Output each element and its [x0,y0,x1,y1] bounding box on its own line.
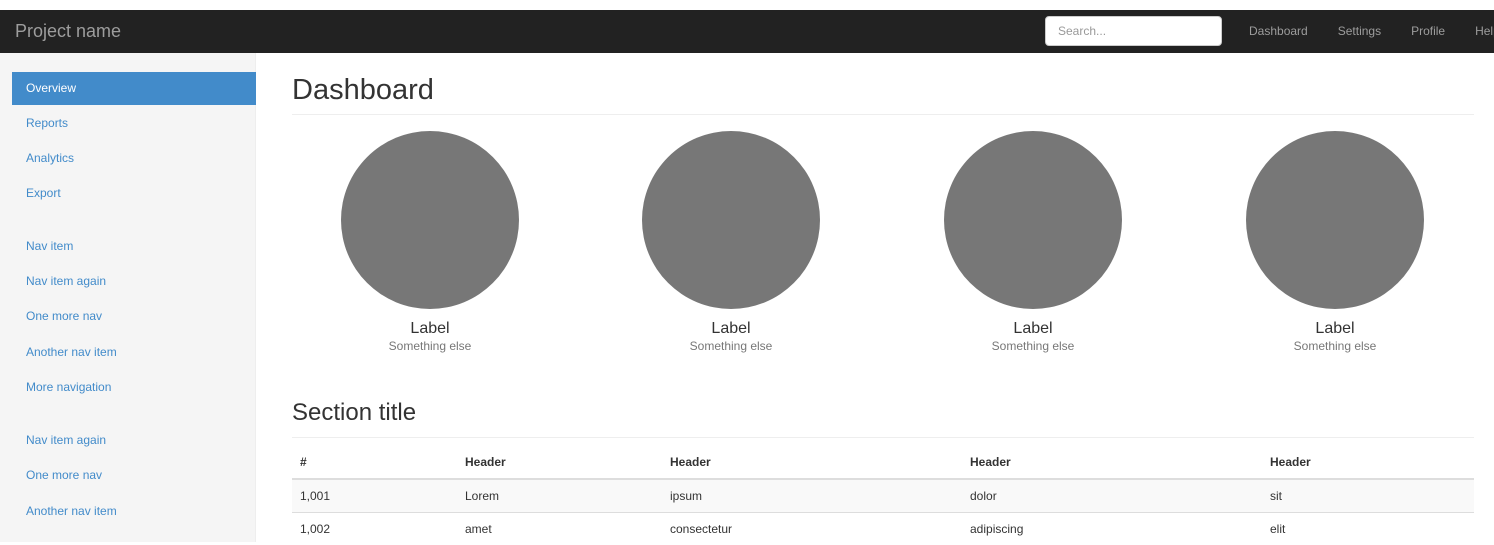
placeholder-image-3 [944,131,1122,309]
sidebar-item-one-more-nav-2[interactable]: One more nav [12,459,256,492]
nav-link-settings[interactable]: Settings [1323,10,1396,53]
sidebar-item-overview[interactable]: Overview [12,72,256,105]
placeholder-label-3: Label [1013,320,1053,337]
sidebar-item-reports[interactable]: Reports [12,107,256,140]
table-cell: 1,002 [292,511,457,545]
table-cell: Lorem [457,478,662,512]
sidebar-item-nav-item-again[interactable]: Nav item again [12,265,256,298]
table-cell: dolor [962,478,1262,512]
top-navbar: Project name Dashboard Settings Profile … [0,10,1494,53]
table-cell: ipsum [662,478,962,512]
data-table: # Header Header Header Header 1,001 Lore… [292,446,1474,545]
table-header-cell: Header [962,446,1262,480]
placeholder-label-1: Label [410,320,450,337]
nav-link-help[interactable]: Help [1460,10,1494,53]
table-cell: adipiscing [962,511,1262,545]
sidebar-item-nav-item-again-2[interactable]: Nav item again [12,424,256,457]
table-cell: amet [457,511,662,545]
sidebar-item-nav-item[interactable]: Nav item [12,230,256,263]
sidebar-item-analytics[interactable]: Analytics [12,142,256,175]
table-cell: consectetur [662,511,962,545]
table-header-cell: Header [1262,446,1474,480]
title-divider [292,114,1474,115]
search-input[interactable] [1045,16,1222,46]
page-title: Dashboard [292,74,434,106]
sidebar-item-another-nav-item-2[interactable]: Another nav item [12,495,256,528]
placeholder-subtext-3: Something else [991,339,1075,353]
placeholder-label-2: Label [711,320,751,337]
table-header-cell: Header [662,446,962,480]
navbar-links: Dashboard Settings Profile Help [1234,10,1494,53]
table-row: 1,002 amet consectetur adipiscing elit [292,511,1474,545]
sidebar: Overview Reports Analytics Export Nav it… [0,53,256,542]
brand-link[interactable]: Project name [15,21,121,41]
table-cell: 1,001 [292,478,457,512]
table-cell: elit [1262,511,1474,545]
placeholder-label-4: Label [1315,320,1355,337]
placeholder-image-2 [642,131,820,309]
sidebar-item-more-navigation[interactable]: More navigation [12,371,256,404]
table-header-cell: Header [457,446,662,480]
table-header-row: # Header Header Header Header [292,446,1474,480]
sidebar-item-export[interactable]: Export [12,177,256,210]
table-header-cell: # [292,446,457,480]
placeholder-subtext-2: Something else [689,339,773,353]
table-cell: sit [1262,478,1474,512]
sidebar-item-another-nav-item[interactable]: Another nav item [12,336,256,369]
placeholder-subtext-4: Something else [1293,339,1377,353]
section-divider [292,437,1474,438]
nav-link-dashboard[interactable]: Dashboard [1234,10,1323,53]
placeholder-image-1 [341,131,519,309]
placeholder-image-4 [1246,131,1424,309]
placeholder-subtext-1: Something else [388,339,472,353]
section-title: Section title [292,399,417,426]
table-row: 1,001 Lorem ipsum dolor sit [292,478,1474,512]
nav-link-profile[interactable]: Profile [1396,10,1460,53]
sidebar-item-one-more-nav[interactable]: One more nav [12,300,256,333]
